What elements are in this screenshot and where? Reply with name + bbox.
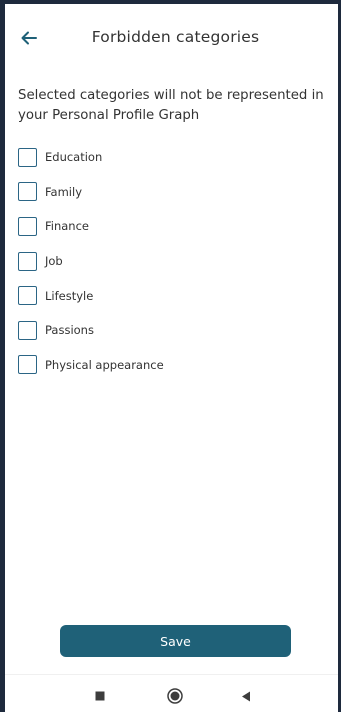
recents-button[interactable] xyxy=(91,687,109,705)
circle-icon xyxy=(167,688,183,704)
category-label: Lifestyle xyxy=(45,288,94,303)
category-item-finance[interactable]: Finance xyxy=(18,209,328,244)
checkbox[interactable] xyxy=(18,355,37,375)
description-text: Selected categories will not be represen… xyxy=(18,88,324,123)
category-label: Physical appearance xyxy=(45,357,164,372)
checkbox[interactable] xyxy=(18,182,37,202)
triangle-back-icon xyxy=(242,691,250,701)
category-item-passions[interactable]: Passions xyxy=(18,313,328,348)
square-icon xyxy=(95,691,105,701)
category-label: Job xyxy=(45,254,63,269)
checkbox[interactable] xyxy=(18,216,37,236)
category-label: Finance xyxy=(45,219,89,234)
category-label: Family xyxy=(45,184,83,199)
category-item-education[interactable]: Education xyxy=(18,140,328,175)
checkbox[interactable] xyxy=(18,251,37,271)
category-label: Education xyxy=(45,150,103,165)
category-item-physical-appearance[interactable]: Physical appearance xyxy=(18,348,328,383)
checkbox[interactable] xyxy=(18,286,37,306)
home-button[interactable] xyxy=(166,687,184,705)
phone-frame: Forbidden categories Selected categories… xyxy=(0,0,341,717)
category-item-job[interactable]: Job xyxy=(18,244,328,279)
nav-back-button[interactable] xyxy=(237,687,255,705)
category-item-lifestyle[interactable]: Lifestyle xyxy=(18,278,328,313)
checkbox[interactable] xyxy=(18,147,37,167)
category-item-family[interactable]: Family xyxy=(18,175,328,210)
app-header: Forbidden categories xyxy=(5,4,338,64)
category-label: Passions xyxy=(45,323,94,338)
page-title: Forbidden categories xyxy=(91,28,260,46)
save-button[interactable]: Save xyxy=(60,625,291,657)
system-navigation-bar xyxy=(5,674,338,717)
checkbox[interactable] xyxy=(18,320,37,340)
category-list: Education Family Finance Job Lifestyle P… xyxy=(18,140,328,382)
